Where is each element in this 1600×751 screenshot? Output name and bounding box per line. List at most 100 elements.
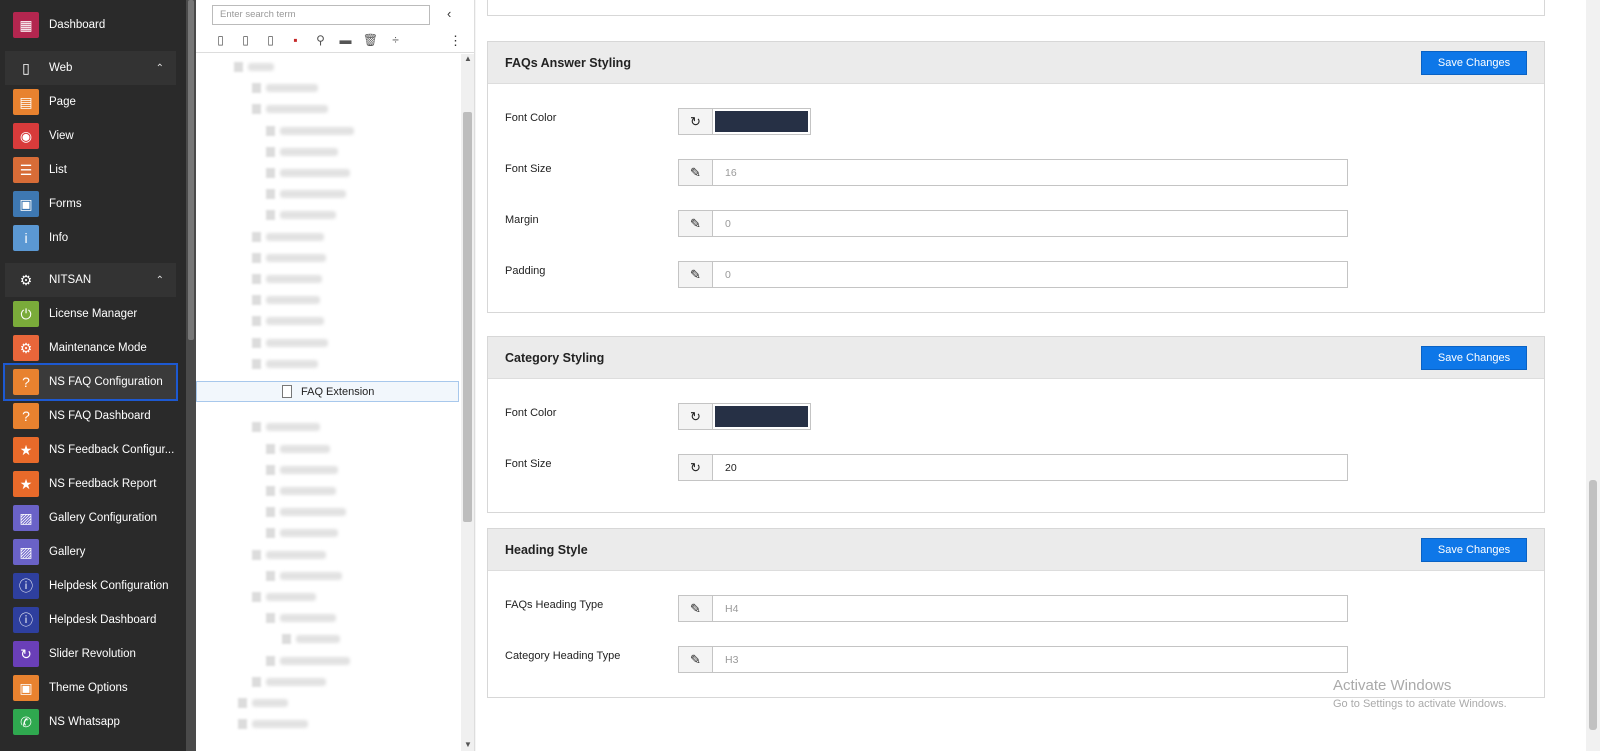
tree-node-blurred[interactable]: [280, 508, 346, 517]
menu-item-ns-whatsapp[interactable]: ✆ NS Whatsapp: [5, 705, 176, 739]
tree-node-blurred[interactable]: [266, 296, 320, 305]
tree-node-icon: [252, 274, 261, 284]
module-menu-scroll-thumb[interactable]: [188, 0, 194, 340]
tree-node-selected[interactable]: FAQ Extension: [196, 381, 459, 402]
reset-icon[interactable]: ↻: [678, 108, 713, 135]
tree-node-blurred[interactable]: [266, 105, 328, 114]
save-changes-button[interactable]: Save Changes: [1421, 346, 1527, 370]
new-page-special-icon[interactable]: ▯: [237, 32, 254, 48]
menu-item-view[interactable]: ◉ View: [5, 119, 176, 153]
pencil-icon[interactable]: ✎: [678, 261, 713, 288]
divider-icon[interactable]: ÷: [387, 32, 404, 48]
tree-node-blurred[interactable]: [266, 84, 318, 93]
menu-item-helpdesk-dashboard[interactable]: ⓘ Helpdesk Dashboard: [5, 603, 176, 637]
menu-item-ns-faq-dashboard[interactable]: ? NS FAQ Dashboard: [5, 399, 176, 433]
menu-item-slider-revolution[interactable]: ↻ Slider Revolution: [5, 637, 176, 671]
tree-node-icon: [266, 528, 275, 539]
tree-node-blurred[interactable]: [266, 423, 320, 432]
tree-node-blurred[interactable]: [266, 359, 318, 368]
tree-node-blurred[interactable]: [280, 444, 330, 453]
new-page-icon[interactable]: ▯: [212, 32, 229, 48]
tree-node-blurred[interactable]: [280, 614, 336, 623]
tree-node-blurred[interactable]: [280, 487, 336, 495]
tree-node-blurred[interactable]: [266, 338, 328, 347]
text-input[interactable]: H4: [712, 595, 1348, 622]
module-menu-scrollbar[interactable]: [186, 0, 196, 751]
scroll-up-icon[interactable]: ▲: [464, 54, 472, 63]
text-input[interactable]: 20: [712, 454, 1348, 481]
text-input[interactable]: H3: [712, 646, 1348, 673]
content-scrollbar[interactable]: [1586, 0, 1600, 751]
save-changes-button[interactable]: Save Changes: [1421, 538, 1527, 562]
menu-item-helpdesk-configuration[interactable]: ⓘ Helpdesk Configuration: [5, 569, 176, 603]
tree-scroll-thumb[interactable]: [463, 112, 472, 522]
pencil-icon[interactable]: ✎: [678, 646, 713, 673]
save-changes-button[interactable]: Save Changes: [1421, 51, 1527, 75]
menu-item-list[interactable]: ☰ List: [5, 153, 176, 187]
tree-node-blurred[interactable]: [280, 211, 336, 220]
menu-item-forms[interactable]: ▣ Forms: [5, 187, 176, 221]
menu-item-ns-feedback-configur[interactable]: ★ NS Feedback Configur...: [5, 433, 176, 467]
tree-node-blurred[interactable]: [266, 253, 326, 262]
trash-icon[interactable]: 🗑: [362, 32, 379, 48]
tree-scrollbar[interactable]: ▲ ▼: [461, 54, 474, 751]
new-page-red-icon[interactable]: ▪: [287, 32, 304, 48]
collapse-tree-icon[interactable]: ‹: [447, 6, 451, 21]
tree-node-blurred[interactable]: [296, 635, 340, 644]
tree-node-blurred[interactable]: [280, 656, 350, 665]
tree-node-blurred[interactable]: [266, 275, 322, 283]
content-scroll-thumb[interactable]: [1589, 480, 1597, 730]
menu-item-info[interactable]: i Info: [5, 221, 176, 255]
tree-node-blurred[interactable]: [280, 169, 350, 177]
scroll-down-icon[interactable]: ▼: [464, 740, 472, 749]
tree-node-blurred[interactable]: [266, 593, 316, 601]
text-input[interactable]: 0: [712, 261, 1348, 288]
color-swatch[interactable]: [715, 406, 808, 427]
power-icon: ⏻: [13, 301, 39, 327]
link-icon[interactable]: ⚲: [312, 32, 329, 48]
menu-item-theme-options[interactable]: ▣ Theme Options: [5, 671, 176, 705]
tree-node-blurred[interactable]: [280, 571, 342, 580]
pencil-icon[interactable]: ✎: [678, 210, 713, 237]
menu-item-gallery[interactable]: ▨ Gallery: [5, 535, 176, 569]
tree-node-blurred[interactable]: [266, 232, 324, 241]
menu-item-dashboard[interactable]: ▦ Dashboard: [5, 8, 176, 42]
pencil-icon[interactable]: ✎: [678, 595, 713, 622]
chevron-up-icon[interactable]: ⌃: [156, 63, 164, 74]
reset-icon[interactable]: ↻: [678, 454, 713, 481]
color-picker[interactable]: [712, 403, 811, 430]
text-input[interactable]: 16: [712, 159, 1348, 186]
tree-node-blurred[interactable]: [266, 317, 324, 326]
menu-item-maintenance-mode[interactable]: ⚙ Maintenance Mode: [5, 331, 176, 365]
new-page-shortcut-icon[interactable]: ▯: [262, 32, 279, 48]
tree-node-blurred[interactable]: [280, 465, 338, 474]
tree-node-blurred[interactable]: [266, 550, 326, 559]
menu-item-web[interactable]: ▯ Web ⌃: [5, 51, 176, 85]
tree-node-blurred[interactable]: [280, 147, 338, 156]
menu-item-gallery-configuration[interactable]: ▨ Gallery Configuration: [5, 501, 176, 535]
tree-node-blurred[interactable]: [266, 677, 326, 686]
folder-icon[interactable]: ▬: [337, 32, 354, 48]
menu-item-nitsan[interactable]: ⚙ NITSAN ⌃: [5, 263, 176, 297]
menu-item-license-manager[interactable]: ⏻ License Manager: [5, 297, 176, 331]
color-swatch[interactable]: [715, 111, 808, 132]
chevron-up-icon[interactable]: ⌃: [156, 275, 164, 286]
menu-item-page[interactable]: ▤ Page: [5, 85, 176, 119]
pencil-icon[interactable]: ✎: [678, 159, 713, 186]
tree-node-blurred[interactable]: [248, 63, 274, 71]
card-title: Heading Style: [505, 543, 588, 557]
cog-badge-icon: ⚙: [13, 335, 39, 361]
tree-node-icon: [266, 443, 275, 454]
text-input[interactable]: 0: [712, 210, 1348, 237]
color-picker[interactable]: [712, 108, 811, 135]
tree-search-input[interactable]: Enter search term: [212, 5, 430, 25]
tree-node-blurred[interactable]: [252, 720, 308, 729]
more-options-icon[interactable]: ⋮: [449, 33, 462, 49]
menu-item-ns-faq-configuration[interactable]: ? NS FAQ Configuration: [3, 363, 178, 401]
menu-item-ns-feedback-report[interactable]: ★ NS Feedback Report: [5, 467, 176, 501]
tree-node-blurred[interactable]: [280, 529, 338, 538]
tree-node-blurred[interactable]: [252, 699, 288, 707]
reset-icon[interactable]: ↻: [678, 403, 713, 430]
tree-node-blurred[interactable]: [280, 190, 346, 199]
tree-node-blurred[interactable]: [280, 126, 354, 135]
